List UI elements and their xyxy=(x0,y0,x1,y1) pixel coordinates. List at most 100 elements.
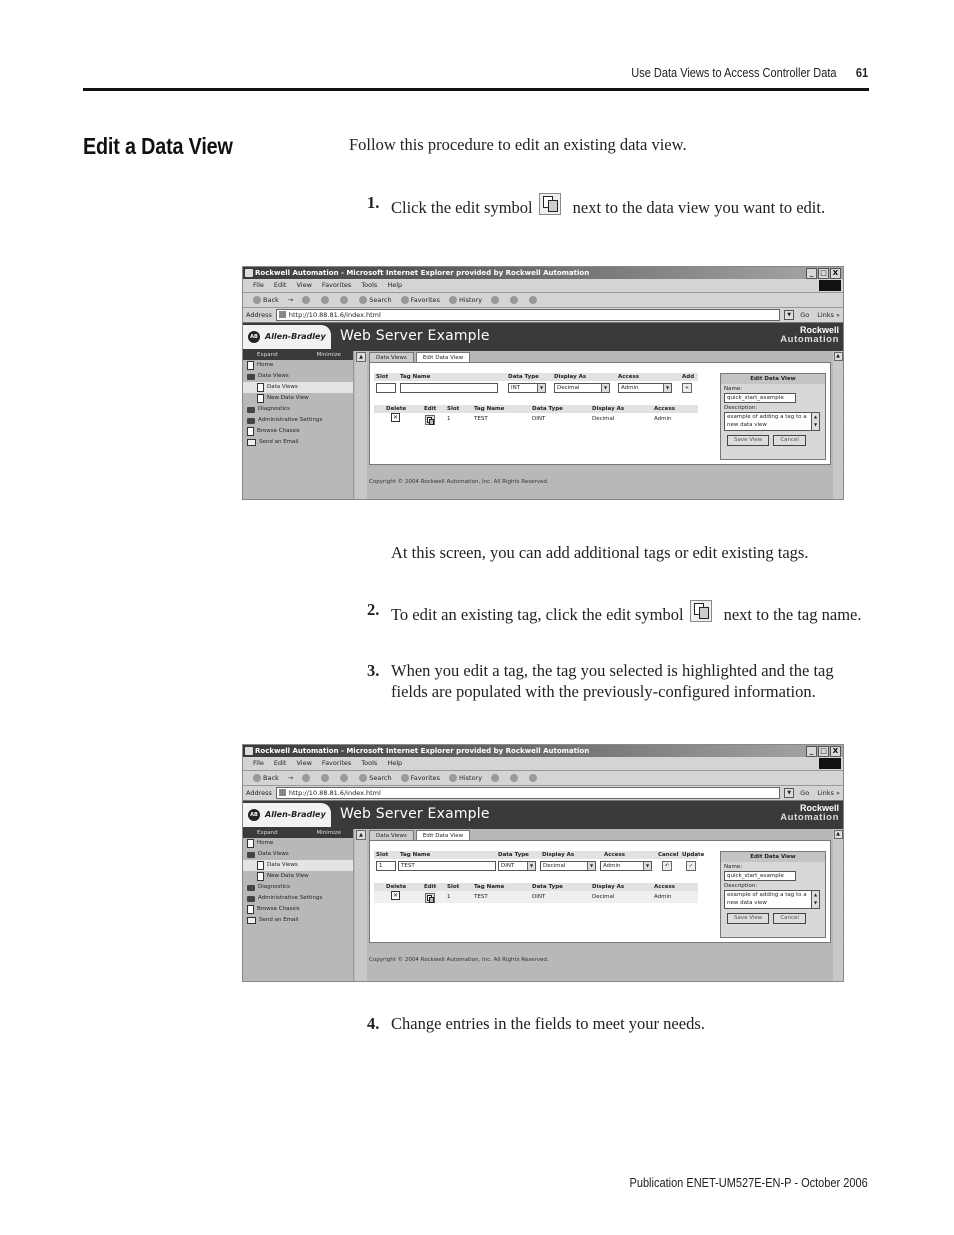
word-edit-button[interactable] xyxy=(529,771,539,785)
page-scrollbar[interactable]: ▲ xyxy=(833,829,843,981)
menu-help[interactable]: Help xyxy=(387,279,402,292)
address-dropdown-button[interactable]: ▼ xyxy=(784,788,795,798)
display-as-select[interactable]: Decimal ▼ xyxy=(554,383,610,393)
favorites-button[interactable]: Favorites xyxy=(400,771,440,785)
access-select[interactable]: Admin ▼ xyxy=(600,861,652,871)
sidebar-item-data-views-folder[interactable]: Data Views xyxy=(243,849,353,860)
menu-tools[interactable]: Tools xyxy=(361,757,377,770)
minimize-button[interactable]: _ xyxy=(806,268,817,279)
close-button[interactable]: X xyxy=(830,268,841,279)
sidebar-item-new-data-view[interactable]: New Data View xyxy=(243,871,353,882)
sidebar-item-home[interactable]: Home xyxy=(243,360,353,371)
sidebar-scrollbar[interactable]: ▲ xyxy=(355,351,367,499)
delete-icon[interactable]: ✕ xyxy=(391,891,400,900)
sidebar-item-administrative-settings[interactable]: Administrative Settings xyxy=(243,893,353,904)
sidebar-item-new-data-view[interactable]: New Data View xyxy=(243,393,353,404)
menu-file[interactable]: File xyxy=(253,757,264,770)
sidebar-item-administrative-settings[interactable]: Administrative Settings xyxy=(243,415,353,426)
menu-edit[interactable]: Edit xyxy=(274,757,287,770)
data-type-select[interactable]: DINT ▼ xyxy=(498,861,536,871)
save-view-button[interactable]: Save View xyxy=(727,913,770,924)
address-input[interactable]: http://10.88.81.6/index.html xyxy=(275,787,781,799)
tab-edit-data-view[interactable]: Edit Data View xyxy=(415,830,471,840)
sidebar-item-browse-chassis[interactable]: Browse Chassis xyxy=(243,426,353,437)
menu-view[interactable]: View xyxy=(296,757,311,770)
scroll-up-button[interactable]: ▲ xyxy=(356,352,366,362)
sidebar-item-browse-chassis[interactable]: Browse Chassis xyxy=(243,904,353,915)
save-view-button[interactable]: Save View xyxy=(727,435,770,446)
cancel-edit-button[interactable]: ↶ xyxy=(662,861,672,871)
sidebar-item-diagnostics[interactable]: Diagnostics xyxy=(243,882,353,893)
tab-edit-data-view[interactable]: Edit Data View xyxy=(415,352,471,362)
history-button[interactable]: History xyxy=(448,771,482,785)
menu-favorites[interactable]: Favorites xyxy=(322,757,351,770)
sidebar-item-send-email[interactable]: Send an Email xyxy=(243,437,353,448)
add-tag-button[interactable]: + xyxy=(682,383,692,393)
address-dropdown-button[interactable]: ▼ xyxy=(784,310,795,320)
home-button[interactable] xyxy=(340,293,350,307)
menu-view[interactable]: View xyxy=(296,279,311,292)
print-button[interactable] xyxy=(510,293,520,307)
update-tag-button[interactable]: ✓ xyxy=(686,861,696,871)
expand-button[interactable]: Expand xyxy=(257,829,278,838)
edit-icon[interactable] xyxy=(425,893,435,903)
minimize-button[interactable]: Minimize xyxy=(317,829,341,838)
menu-file[interactable]: File xyxy=(253,279,264,292)
back-button[interactable]: Back xyxy=(253,293,279,307)
data-type-select[interactable]: INT ▼ xyxy=(508,383,546,393)
tag-name-input[interactable]: TEST xyxy=(398,861,496,871)
scroll-up-button[interactable]: ▲ xyxy=(833,352,843,361)
access-select[interactable]: Admin ▼ xyxy=(618,383,672,393)
word-edit-button[interactable] xyxy=(529,293,539,307)
sidebar-item-home[interactable]: Home xyxy=(243,838,353,849)
sidebar-item-data-views[interactable]: Data Views xyxy=(243,860,353,871)
cancel-button[interactable]: Cancel xyxy=(773,913,806,924)
go-button[interactable]: Go xyxy=(800,308,809,322)
refresh-button[interactable] xyxy=(321,293,331,307)
maximize-button[interactable]: □ xyxy=(818,268,829,279)
page-scrollbar[interactable]: ▲ xyxy=(833,351,843,499)
tag-name-input[interactable] xyxy=(400,383,498,393)
forward-button[interactable]: → xyxy=(288,293,293,307)
links-button[interactable]: Links » xyxy=(817,308,840,322)
mail-button[interactable] xyxy=(491,293,501,307)
search-button[interactable]: Search xyxy=(359,771,392,785)
view-description-textarea[interactable]: example of adding a tag to a new data vi… xyxy=(724,412,820,431)
expand-button[interactable]: Expand xyxy=(257,351,278,360)
scroll-up-button[interactable]: ▲ xyxy=(833,830,843,839)
mail-button[interactable] xyxy=(491,771,501,785)
delete-icon[interactable]: ✕ xyxy=(391,413,400,422)
stop-button[interactable] xyxy=(302,771,312,785)
view-name-input[interactable]: quick_start_example xyxy=(724,393,796,403)
sidebar-item-diagnostics[interactable]: Diagnostics xyxy=(243,404,353,415)
edit-icon[interactable] xyxy=(425,415,435,425)
menu-help[interactable]: Help xyxy=(387,757,402,770)
sidebar-item-send-email[interactable]: Send an Email xyxy=(243,915,353,926)
go-button[interactable]: Go xyxy=(800,786,809,800)
history-button[interactable]: History xyxy=(448,293,482,307)
menu-favorites[interactable]: Favorites xyxy=(322,279,351,292)
sidebar-scrollbar[interactable]: ▲ xyxy=(355,829,367,981)
menu-edit[interactable]: Edit xyxy=(274,279,287,292)
search-button[interactable]: Search xyxy=(359,293,392,307)
address-input[interactable]: http://10.88.81.6/index.html xyxy=(275,309,781,321)
refresh-button[interactable] xyxy=(321,771,331,785)
slot-input[interactable]: 1 xyxy=(376,861,396,871)
back-button[interactable]: Back xyxy=(253,771,279,785)
minimize-button[interactable]: Minimize xyxy=(317,351,341,360)
favorites-button[interactable]: Favorites xyxy=(400,293,440,307)
sidebar-item-data-views[interactable]: Data Views xyxy=(243,382,353,393)
tab-data-views[interactable]: Data Views xyxy=(369,830,414,840)
close-button[interactable]: X xyxy=(830,746,841,757)
forward-button[interactable]: → xyxy=(288,771,293,785)
scroll-up-button[interactable]: ▲ xyxy=(356,830,366,840)
slot-input[interactable] xyxy=(376,383,396,393)
menu-tools[interactable]: Tools xyxy=(361,279,377,292)
sidebar-item-data-views-folder[interactable]: Data Views xyxy=(243,371,353,382)
links-button[interactable]: Links » xyxy=(817,786,840,800)
home-button[interactable] xyxy=(340,771,350,785)
print-button[interactable] xyxy=(510,771,520,785)
minimize-button[interactable]: _ xyxy=(806,746,817,757)
view-name-input[interactable]: quick_start_example xyxy=(724,871,796,881)
view-description-textarea[interactable]: example of adding a tag to a new data vi… xyxy=(724,890,820,909)
